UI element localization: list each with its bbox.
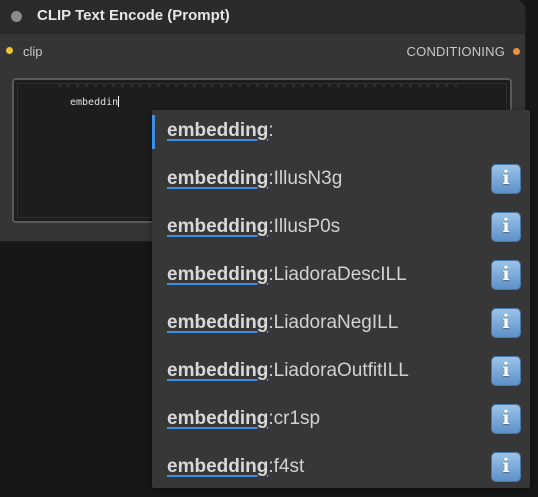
autocomplete-item-label: embedding:IllusN3g (167, 168, 342, 190)
info-icon[interactable]: i (491, 212, 521, 242)
autocomplete-match-text: embedding (167, 168, 269, 189)
info-icon[interactable]: i (491, 452, 521, 482)
autocomplete-item-label: embedding:LiadoraOutfitILL (167, 360, 409, 382)
autocomplete-item[interactable]: embedding:IllusP0s i (152, 208, 530, 248)
autocomplete-item-label: embedding:LiadoraNegILL (167, 312, 398, 334)
text-caret (118, 96, 120, 107)
autocomplete-dropdown[interactable]: embedding: embedding:IllusN3g i embedding:I… (152, 110, 530, 488)
autocomplete-item[interactable]: embedding:IllusN3g i (152, 160, 530, 200)
info-icon[interactable]: i (491, 356, 521, 386)
info-icon[interactable]: i (491, 404, 521, 434)
autocomplete-item-label: embedding:LiadoraDescILL (167, 264, 407, 286)
autocomplete-match-text: embedding (167, 360, 269, 381)
autocomplete-match-text: embedding (167, 216, 269, 237)
autocomplete-rest-text: :f4st (268, 456, 305, 477)
node-title: CLIP Text Encode (Prompt) (37, 7, 230, 24)
autocomplete-match-text: embedding (167, 456, 269, 477)
autocomplete-rest-text: : (268, 120, 274, 141)
autocomplete-item[interactable]: embedding:LiadoraNegILL i (152, 304, 530, 344)
node-header[interactable]: CLIP Text Encode (Prompt) (0, 0, 525, 34)
autocomplete-rest-text: :cr1sp (268, 408, 321, 429)
autocomplete-item[interactable]: embedding:LiadoraDescILL i (152, 256, 530, 296)
clip-input-label: clip (23, 44, 43, 59)
autocomplete-item[interactable]: embedding: (152, 112, 530, 152)
autocomplete-item[interactable]: embedding:LiadoraOutfitILL i (152, 352, 530, 392)
autocomplete-rest-text: :LiadoraOutfitILL (268, 360, 409, 381)
conditioning-output-slot[interactable] (513, 48, 520, 55)
autocomplete-rest-text: :LiadoraNegILL (268, 312, 399, 333)
prompt-text: embeddin (70, 96, 120, 108)
info-icon[interactable]: i (491, 164, 521, 194)
info-icon[interactable]: i (491, 308, 521, 338)
info-icon[interactable]: i (491, 260, 521, 290)
autocomplete-match-text: embedding (167, 264, 269, 285)
autocomplete-rest-text: :LiadoraDescILL (268, 264, 407, 285)
obscured-text-line (58, 84, 458, 87)
slot-row: clip CONDITIONING (0, 43, 525, 61)
autocomplete-match-text: embedding (167, 120, 269, 141)
autocomplete-match-text: embedding (167, 408, 269, 429)
autocomplete-item[interactable]: embedding:f4st i (152, 448, 530, 488)
clip-input-slot[interactable] (6, 47, 13, 54)
autocomplete-item-label: embedding:f4st (167, 456, 304, 478)
conditioning-output-label: CONDITIONING (406, 44, 505, 59)
autocomplete-rest-text: :IllusN3g (268, 168, 343, 189)
autocomplete-item-label: embedding:cr1sp (167, 408, 320, 430)
autocomplete-match-text: embedding (167, 312, 269, 333)
collapse-dot-icon[interactable] (11, 11, 22, 22)
autocomplete-item-label: embedding:IllusP0s (167, 216, 340, 238)
graph-canvas[interactable]: CLIP Text Encode (Prompt) clip CONDITION… (0, 0, 538, 497)
autocomplete-item-label: embedding: (167, 120, 274, 142)
autocomplete-rest-text: :IllusP0s (268, 216, 341, 237)
autocomplete-item[interactable]: embedding:cr1sp i (152, 400, 530, 440)
